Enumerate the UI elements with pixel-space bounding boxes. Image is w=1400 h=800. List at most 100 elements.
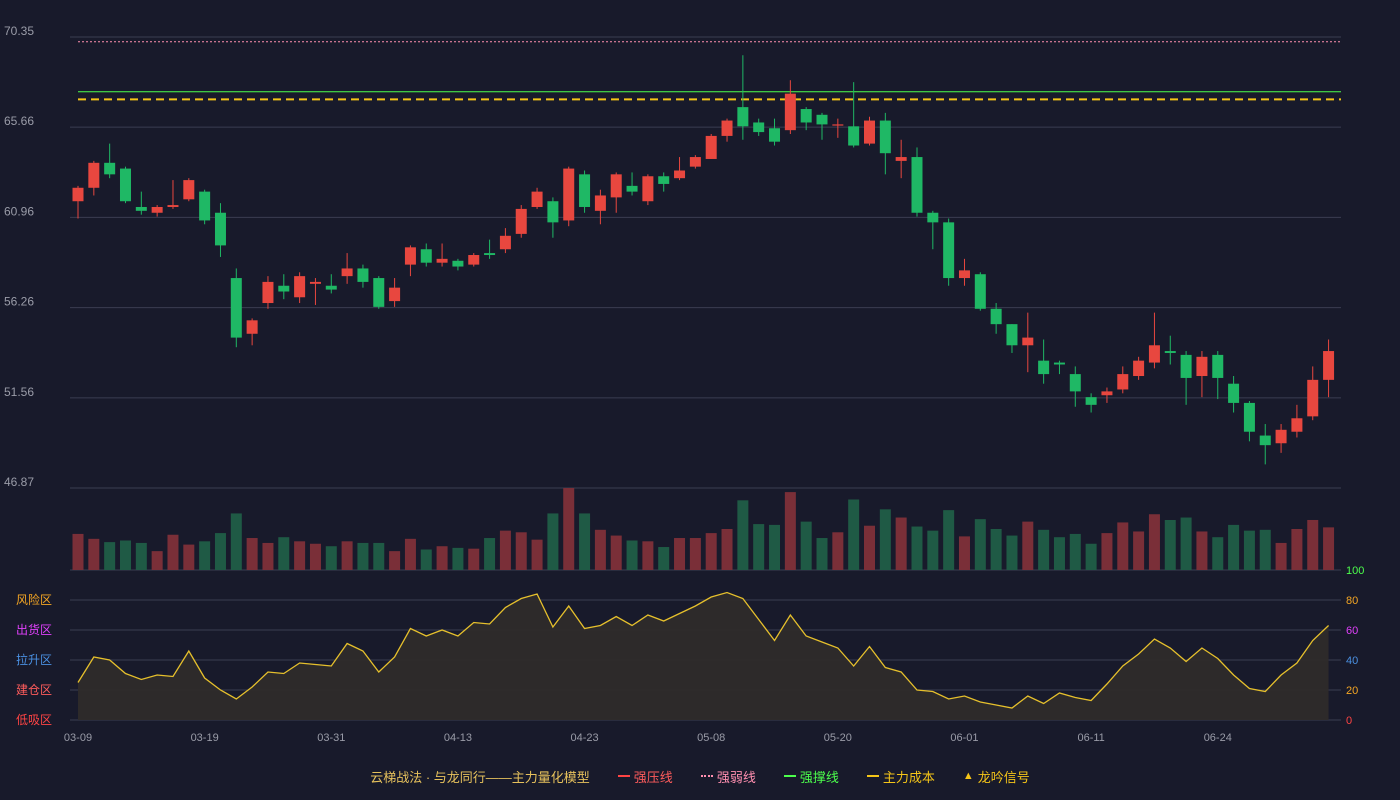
- volume-bar: [1228, 524, 1240, 570]
- candle-body: [642, 176, 654, 202]
- candle-body: [436, 258, 448, 263]
- candle-body: [1196, 356, 1208, 377]
- volume-bar: [230, 513, 242, 570]
- volume-bar: [1069, 533, 1081, 570]
- candle-body: [452, 260, 464, 267]
- osc-zone-label: 低吸区: [16, 713, 52, 727]
- volume-bar: [1053, 537, 1065, 570]
- volume-bar: [1212, 537, 1224, 570]
- volume-bar: [1164, 519, 1176, 570]
- volume-bar: [990, 529, 1002, 570]
- candle-body: [579, 174, 591, 207]
- legend-item-resistance[interactable]: 强压线: [617, 767, 673, 786]
- date-tick-label: 06-11: [1077, 732, 1104, 744]
- candle-body: [1101, 391, 1113, 396]
- volume-bar: [1038, 529, 1050, 570]
- candle-body: [325, 285, 337, 290]
- candle-body: [88, 162, 100, 188]
- volume-bar: [452, 547, 464, 570]
- candle-body: [104, 162, 116, 175]
- candle-body: [769, 128, 781, 142]
- candle-body: [72, 187, 84, 202]
- chart-legend: 云梯战法 · 与龙同行——主力量化模型 强压线 强弱线 强撑线 主力成本 ▲ 龙…: [0, 766, 1400, 786]
- volume-bar: [1259, 529, 1271, 570]
- legend-swatch-resistance: [617, 775, 630, 777]
- candle-body: [626, 185, 638, 192]
- candle-body: [610, 174, 622, 198]
- candle-body: [1053, 362, 1065, 365]
- volume-bar: [911, 526, 923, 570]
- volume-bar: [1307, 519, 1319, 570]
- candle-body: [816, 114, 828, 125]
- legend-item-weak[interactable]: 强弱线: [700, 767, 756, 786]
- osc-tick-label: 0: [1346, 715, 1352, 727]
- volume-bar: [658, 547, 670, 570]
- legend-title: 云梯战法 · 与龙同行——主力量化模型: [370, 767, 590, 786]
- volume-bar: [769, 524, 781, 570]
- osc-tick-label: 80: [1346, 595, 1358, 607]
- candle-body: [1085, 397, 1097, 405]
- volume-bar: [325, 546, 337, 570]
- volume-bar: [1101, 533, 1113, 570]
- candle-body: [499, 235, 511, 250]
- legend-item-signal[interactable]: ▲ 龙吟信号: [963, 767, 1030, 786]
- candle-body: [515, 208, 527, 234]
- volume-bar: [1085, 543, 1097, 570]
- volume-bar: [167, 534, 179, 570]
- legend-item-support[interactable]: 强撑线: [783, 767, 839, 786]
- candle-body: [848, 126, 860, 146]
- volume-bar: [420, 549, 432, 570]
- volume-bar: [610, 535, 622, 570]
- volume-bar: [436, 546, 448, 570]
- volume-bar: [341, 541, 353, 570]
- volume-bar: [262, 542, 274, 570]
- osc-zone-label: 拉升区: [16, 652, 52, 667]
- osc-zone-label: 建仓区: [16, 683, 52, 697]
- price-tick-label: 60.96: [4, 204, 34, 218]
- volume-bar: [72, 533, 84, 570]
- osc-zone-label: 风险区: [16, 592, 52, 607]
- volume-bar: [958, 536, 970, 570]
- date-tick-label: 03-19: [191, 732, 219, 744]
- price-tick-label: 56.26: [4, 295, 34, 309]
- candle-body: [151, 206, 163, 213]
- volume-bar: [642, 541, 654, 570]
- volume-bar: [135, 542, 147, 570]
- volume-bar: [1117, 522, 1129, 570]
- osc-tick-label: 60: [1346, 625, 1358, 637]
- volume-bar: [974, 519, 986, 570]
- volume-bar: [404, 538, 416, 570]
- volume-bar: [895, 517, 907, 570]
- volume-bar: [104, 542, 116, 570]
- candle-body: [1275, 429, 1287, 444]
- volume-bar: [1243, 530, 1255, 570]
- price-tick-label: 70.35: [4, 24, 34, 38]
- volume-bar: [832, 532, 844, 570]
- candle-body: [753, 122, 765, 133]
- candle-body: [404, 247, 416, 265]
- candle-body: [879, 120, 891, 154]
- legend-label-support: 强撑线: [799, 769, 839, 785]
- candle-body: [230, 278, 242, 338]
- candle-body: [1117, 374, 1129, 390]
- volume-bar: [879, 509, 891, 570]
- candle-body: [1259, 435, 1271, 446]
- candle-body: [1180, 354, 1192, 378]
- candle-body: [658, 176, 670, 184]
- candle-body: [1291, 418, 1303, 432]
- volume-bar: [1180, 517, 1192, 570]
- volume-bar: [737, 500, 749, 570]
- candle-body: [674, 170, 686, 179]
- candle-body: [784, 93, 796, 131]
- osc-tick-label: 40: [1346, 655, 1358, 667]
- volume-bar: [1022, 521, 1034, 570]
- candle-body: [214, 212, 226, 246]
- volume-bar: [515, 532, 527, 570]
- reference-lines: [78, 41, 1341, 101]
- volume-bar: [848, 499, 860, 570]
- candle-body: [721, 120, 733, 136]
- volume-bar: [674, 538, 686, 570]
- volume-bar: [547, 513, 559, 570]
- legend-item-cost[interactable]: 主力成本: [866, 767, 935, 786]
- candle-body: [183, 180, 195, 200]
